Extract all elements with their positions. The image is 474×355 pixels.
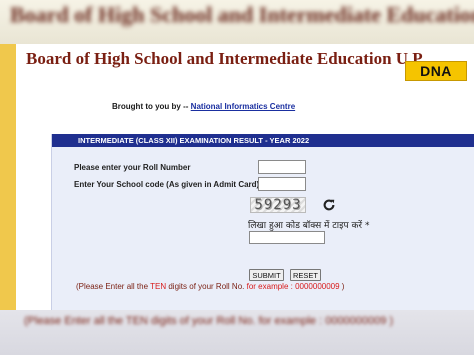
note-middle: digits of your Roll No. — [166, 282, 247, 291]
submit-button[interactable]: SUBMIT — [249, 269, 284, 281]
top-banner-blurred: Board of High School and Intermediate Ed… — [0, 0, 474, 44]
captcha-image: 59293 — [250, 197, 306, 213]
bottom-strip-blurred: (Please Enter all the TEN digits of your… — [0, 310, 474, 355]
result-page: Board of High School and Intermediate Ed… — [16, 44, 474, 310]
note-prefix: (Please Enter all the — [76, 282, 151, 291]
note-ten: TEN — [150, 282, 167, 291]
brought-text: Brought to you by -- — [112, 102, 189, 111]
refresh-icon[interactable] — [322, 198, 336, 212]
school-code-input[interactable] — [258, 177, 306, 191]
captcha-prompt: लिखा हुआ कोड बॉक्स में टाइप करें * — [248, 221, 370, 231]
form-header: INTERMEDIATE (CLASS XII) EXAMINATION RES… — [52, 134, 474, 147]
credits-line: Brought to you by -- National Informatic… — [112, 102, 295, 111]
note-example: for example : 0000000009 — [246, 282, 340, 291]
result-form: INTERMEDIATE (CLASS XII) EXAMINATION RES… — [51, 134, 474, 310]
board-title: Board of High School and Intermediate Ed… — [26, 49, 426, 68]
school-code-label: Enter Your School code (As given in Admi… — [74, 180, 260, 189]
reset-button[interactable]: RESET — [290, 269, 321, 281]
captcha-input[interactable] — [249, 231, 325, 244]
blurred-board-title: Board of High School and Intermediate Ed… — [10, 2, 474, 27]
roll-number-label: Please enter your Roll Number — [74, 163, 191, 172]
blurred-note: (Please Enter all the TEN digits of your… — [24, 315, 394, 327]
nic-link[interactable]: National Informatics Centre — [191, 102, 295, 111]
roll-number-note: (Please Enter all the TEN digits of your… — [76, 282, 344, 291]
dna-logo-text: DNA — [420, 63, 452, 79]
captcha-text: 59293 — [254, 197, 302, 213]
dna-logo: DNA — [405, 61, 467, 81]
note-suffix: ) — [339, 282, 345, 291]
left-side-band — [0, 44, 16, 310]
roll-number-input[interactable] — [258, 160, 306, 174]
